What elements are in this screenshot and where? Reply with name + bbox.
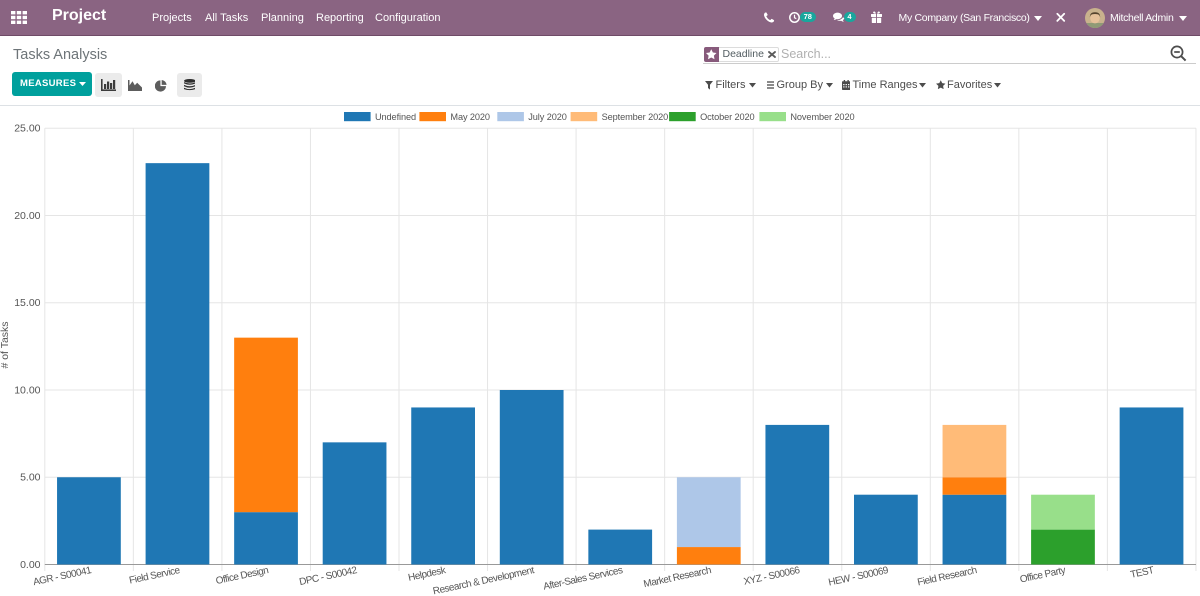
svg-text:Undefined: Undefined — [375, 112, 416, 122]
svg-text:Office Design: Office Design — [215, 565, 269, 587]
svg-text:HEW - S00069: HEW - S00069 — [827, 565, 890, 589]
svg-text:July 2020: July 2020 — [528, 112, 566, 122]
svg-text:5.00: 5.00 — [20, 472, 41, 484]
svg-text:October 2020: October 2020 — [700, 112, 754, 122]
svg-text:10.00: 10.00 — [14, 384, 40, 396]
svg-text:November 2020: November 2020 — [790, 112, 854, 122]
svg-text:15.00: 15.00 — [14, 297, 40, 309]
svg-text:Field Research: Field Research — [916, 565, 977, 588]
svg-text:TEST: TEST — [1129, 565, 1155, 581]
svg-text:AGR - S00041: AGR - S00041 — [32, 565, 93, 588]
svg-text:25.00: 25.00 — [14, 123, 40, 135]
svg-text:XYZ - S00066: XYZ - S00066 — [743, 565, 802, 588]
svg-text:0.00: 0.00 — [20, 559, 41, 571]
svg-text:20.00: 20.00 — [14, 210, 40, 222]
svg-text:Office Party: Office Party — [1019, 565, 1067, 585]
svg-text:Research & Development: Research & Development — [432, 565, 536, 596]
svg-text:After-Sales Services: After-Sales Services — [542, 565, 624, 593]
svg-text:# of Tasks: # of Tasks — [0, 321, 11, 368]
svg-text:Market Research: Market Research — [643, 565, 712, 590]
svg-text:Field Service: Field Service — [128, 565, 181, 587]
svg-text:Helpdesk: Helpdesk — [407, 565, 448, 584]
svg-text:May 2020: May 2020 — [450, 112, 490, 122]
svg-text:DPC - S00042: DPC - S00042 — [298, 565, 358, 588]
svg-text:September 2020: September 2020 — [602, 112, 669, 122]
